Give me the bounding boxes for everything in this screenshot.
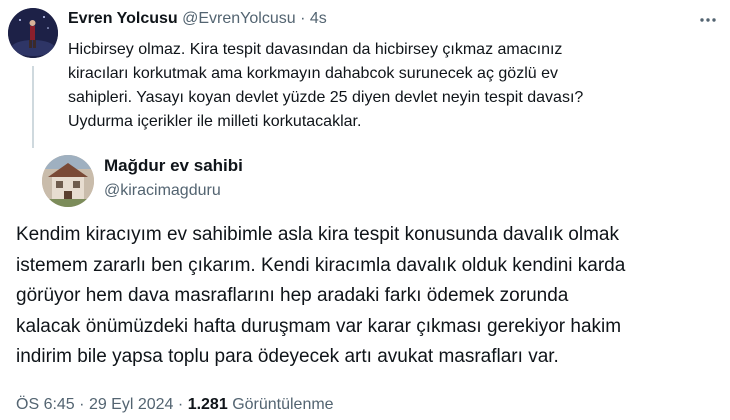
text-line: kiracıları korkutmak ama korkmayın dahab… (68, 65, 558, 82)
text-line: kalacak önümüzdeki hafta duruşmam var ka… (16, 315, 622, 337)
separator-dot: · (177, 396, 184, 413)
author-handle[interactable]: @EvrenYolcusu (182, 10, 296, 27)
main-tweet-text: Kendim kiracıyım ev sahibimle asla kira … (16, 220, 716, 373)
author-name[interactable]: Evren Yolcusu (68, 10, 178, 27)
views-label: Görüntülenme (232, 396, 334, 413)
avatar-evren-yolcusu[interactable] (8, 8, 58, 58)
main-tweet[interactable]: Mağdur ev sahibi @kiracimagduru Kendim k… (0, 148, 730, 420)
text-line: görüyor hem dava masraflarını hep aradak… (16, 285, 569, 306)
text-line: Hicbirsey olmaz. Kira tespit davasından … (68, 41, 563, 58)
text-line: indirim bile yapsa toplu para ödeyecek a… (16, 346, 559, 367)
tweet-meta: ÖS 6:45 · 29 Eyl 2024 · 1.281 Görüntülen… (16, 396, 334, 414)
text-line: sahipleri. Yasayı koyan devlet yüzde 25 … (68, 89, 584, 106)
text-line: istemem zararlı ben çıkarım. Kendi kirac… (16, 254, 626, 276)
views-count: 1.281 (187, 396, 228, 413)
avatar-magdur-ev-sahibi[interactable] (42, 155, 94, 207)
separator-dot: · (79, 396, 85, 413)
author-name[interactable]: Mağdur ev sahibi (104, 156, 243, 176)
avatar-image (42, 155, 94, 207)
reply-tweet-text: Hicbirsey olmaz. Kira tespit davasından … (68, 38, 718, 134)
avatar-image (8, 8, 58, 58)
text-line: Kendim kiracıyım ev sahibimle asla kira … (16, 224, 619, 245)
author-handle[interactable]: @kiracimagduru (104, 182, 221, 200)
tweet-time[interactable]: ÖS 6:45 (16, 396, 75, 413)
thread-connector-line (32, 66, 34, 148)
reply-tweet[interactable]: Evren Yolcusu @EvrenYolcusu · 4s Hicbirs… (0, 0, 730, 148)
separator-dot: · (300, 10, 306, 27)
tweet-date[interactable]: 29 Eyl 2024 (89, 396, 174, 413)
more-horizontal-icon[interactable] (698, 10, 718, 35)
tweet-time[interactable]: 4s (310, 10, 327, 27)
text-line: Uydurma içerikler ile milleti korkutacak… (68, 113, 362, 130)
reply-tweet-header: Evren Yolcusu @EvrenYolcusu · 4s (68, 10, 327, 28)
